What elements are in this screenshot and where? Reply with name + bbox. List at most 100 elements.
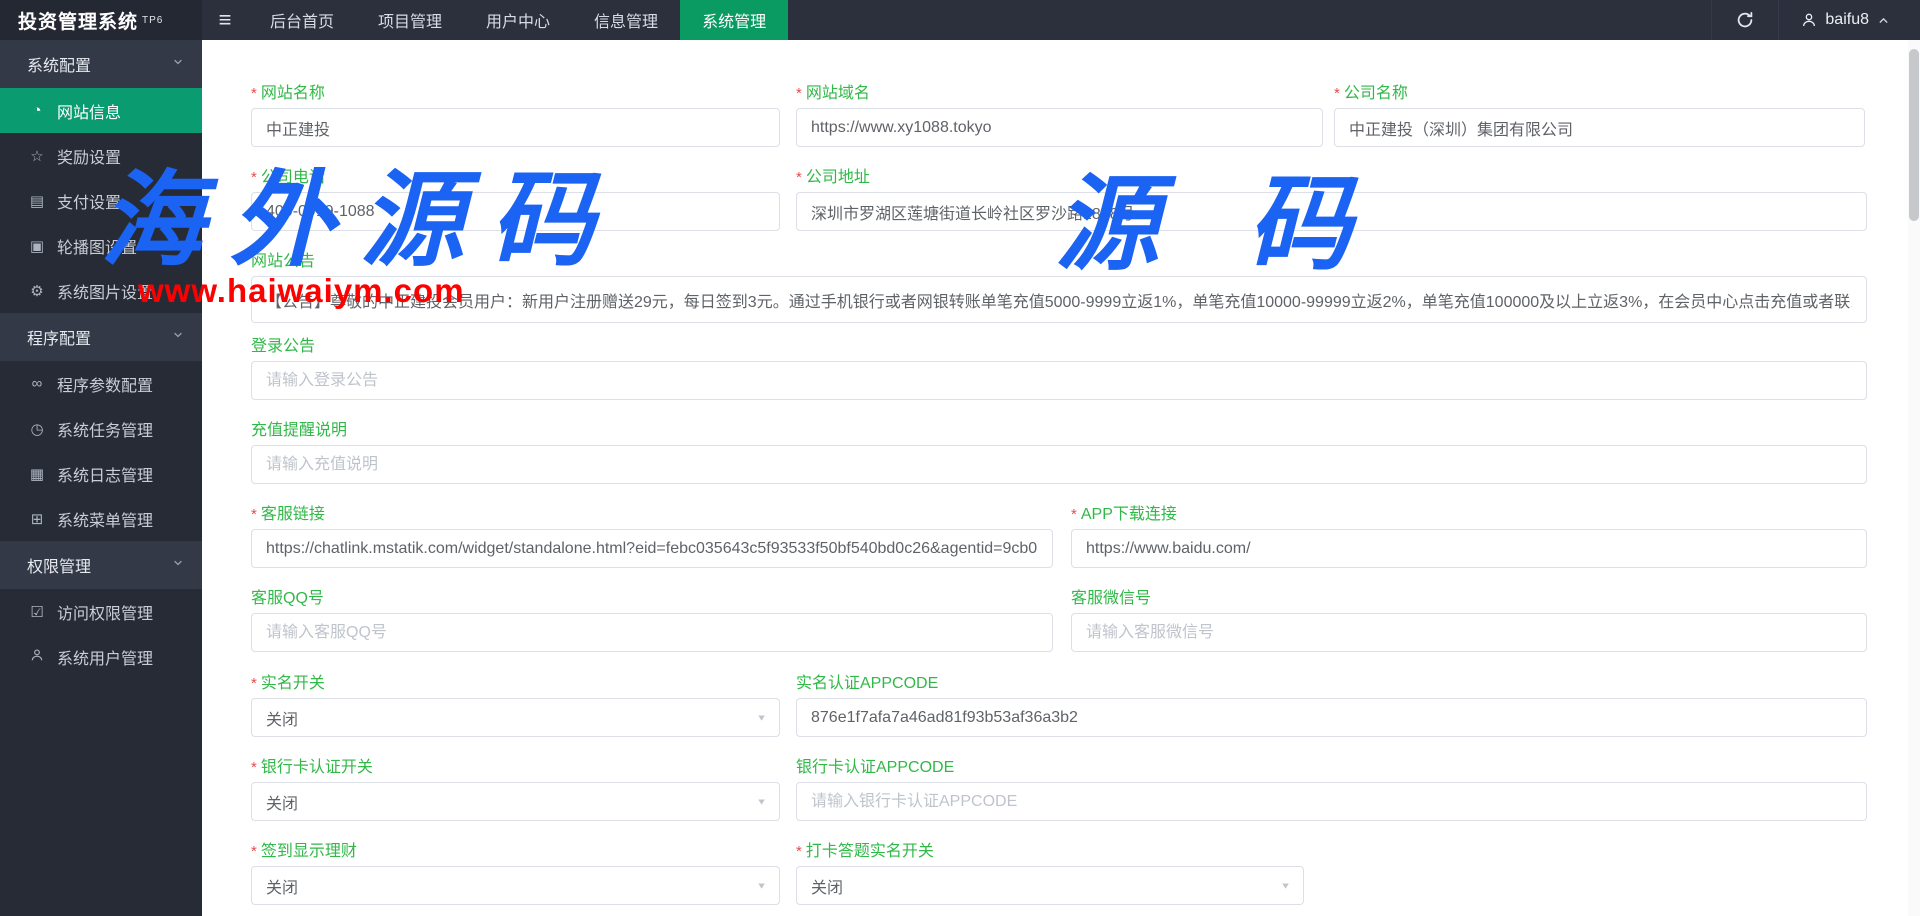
field-service-wechat: 客服微信号 xyxy=(1071,589,1867,652)
person-icon xyxy=(27,648,47,666)
field-login-notice: 登录公告 xyxy=(251,337,1867,400)
sidebar-item-label: 访问权限管理 xyxy=(57,605,154,623)
topbar: 投资管理系统 TP6 ≡ 后台首页 项目管理 用户中心 信息管理 系统管理 ba… xyxy=(0,0,1920,40)
field-realname-appcode: 实名认证APPCODE xyxy=(796,674,1867,737)
sidebar-item-reward-settings[interactable]: ☆ 奖励设置 xyxy=(0,133,202,178)
refresh-button[interactable] xyxy=(1711,0,1778,40)
service-qq-input[interactable] xyxy=(251,613,1053,652)
app-download-link-input[interactable] xyxy=(1071,529,1867,568)
field-label: 充值提醒说明 xyxy=(251,422,348,439)
caret-down-icon: ▼ xyxy=(756,796,767,807)
sidebar-item-label: 系统任务管理 xyxy=(57,422,154,440)
field-site-domain: * 网站域名 xyxy=(796,84,1323,147)
sidebar-item-system-tasks[interactable]: ◷ 系统任务管理 xyxy=(0,406,202,451)
field-label: * 签到显示理财 xyxy=(251,843,357,860)
sidebar-group-system-config[interactable]: 系统配置 xyxy=(0,40,202,88)
vertical-scrollbar[interactable] xyxy=(1908,40,1920,916)
menu-icon: ≡ xyxy=(218,7,232,32)
sidebar-toggle-button[interactable]: ≡ xyxy=(202,0,248,40)
required-star: * xyxy=(251,843,257,860)
field-label: * 实名开关 xyxy=(251,675,325,692)
sidebar-item-system-menus[interactable]: ⊞ 系统菜单管理 xyxy=(0,496,202,541)
sidebar-item-system-images[interactable]: ⚙ 系统图片设置 xyxy=(0,268,202,313)
field-label: 客服微信号 xyxy=(1071,590,1152,607)
field-label: * 公司电话 xyxy=(251,169,325,186)
sidebar-item-label: 系统日志管理 xyxy=(57,467,154,485)
field-bankcard-switch: * 银行卡认证开关 关闭 ▼ xyxy=(251,758,780,821)
sidebar-item-label: 网站信息 xyxy=(57,104,122,122)
field-label: * 打卡答题实名开关 xyxy=(796,843,934,860)
site-domain-input[interactable] xyxy=(796,108,1323,147)
sidebar-item-label: 轮播图设置 xyxy=(57,239,138,257)
field-label: * 网站域名 xyxy=(796,85,870,102)
app-version: TP6 xyxy=(142,14,164,26)
chevron-down-icon xyxy=(172,55,184,73)
sidebar-item-carousel-settings[interactable]: ▣ 轮播图设置 xyxy=(0,223,202,268)
field-label: * 银行卡认证开关 xyxy=(251,759,373,776)
scrollbar-thumb[interactable] xyxy=(1909,49,1919,221)
realname-switch-select[interactable]: 关闭 ▼ xyxy=(251,698,780,737)
tab-projects[interactable]: 项目管理 xyxy=(356,0,464,40)
required-star: * xyxy=(796,85,802,102)
sidebar-item-label: 系统菜单管理 xyxy=(57,512,154,530)
field-site-notice: 网站公告 xyxy=(251,252,1867,323)
field-company-phone: * 公司电话 xyxy=(251,168,780,231)
field-site-name: * 网站名称 xyxy=(251,84,780,147)
service-wechat-input[interactable] xyxy=(1071,613,1867,652)
link-icon: ∞ xyxy=(31,375,43,392)
banknote-icon: ▤ xyxy=(29,192,45,210)
select-value: 关闭 xyxy=(266,795,299,813)
sidebar-item-label: 系统用户管理 xyxy=(57,650,154,668)
login-notice-input[interactable] xyxy=(251,361,1867,400)
sidebar-item-payment-settings[interactable]: ▤ 支付设置 xyxy=(0,178,202,223)
sidebar-item-label: 支付设置 xyxy=(57,194,122,212)
shield-check-icon: ☑ xyxy=(30,603,44,621)
site-notice-input[interactable] xyxy=(251,276,1867,323)
sidebar-item-label: 系统图片设置 xyxy=(57,284,154,302)
field-label: * APP下载连接 xyxy=(1071,506,1177,523)
tab-user-center[interactable]: 用户中心 xyxy=(464,0,572,40)
sidebar-item-system-logs[interactable]: ▦ 系统日志管理 xyxy=(0,451,202,496)
clock-icon: ◷ xyxy=(30,420,44,438)
user-menu[interactable]: baifu8 xyxy=(1778,0,1920,40)
field-recharge-tip: 充值提醒说明 xyxy=(251,421,1867,484)
bankcard-switch-select[interactable]: 关闭 ▼ xyxy=(251,782,780,821)
image-icon: ▣ xyxy=(29,237,45,255)
sidebar-item-site-info[interactable]: ◔ 网站信息 xyxy=(0,88,202,133)
refresh-icon xyxy=(1738,11,1753,28)
chevron-down-icon xyxy=(172,328,184,346)
field-label: 登录公告 xyxy=(251,338,316,355)
field-service-qq: 客服QQ号 xyxy=(251,589,1053,652)
sidebar: 系统配置 ◔ 网站信息 ☆ 奖励设置 ▤ 支付设置 ▣ 轮播图设置 ⚙ 系统图片… xyxy=(0,40,202,916)
company-address-input[interactable] xyxy=(796,192,1867,231)
required-star: * xyxy=(251,506,257,523)
company-name-input[interactable] xyxy=(1334,108,1865,147)
signin-display-select[interactable]: 关闭 ▼ xyxy=(251,866,780,905)
realname-appcode-input[interactable] xyxy=(796,698,1867,737)
field-punch-realname-switch: * 打卡答题实名开关 关闭 ▼ xyxy=(796,842,1304,905)
field-label: 网站公告 xyxy=(251,253,316,270)
sidebar-item-access-permission[interactable]: ☑ 访问权限管理 xyxy=(0,589,202,634)
tab-system[interactable]: 系统管理 xyxy=(680,0,789,40)
caret-down-icon: ▼ xyxy=(756,880,767,891)
sidebar-group-permission[interactable]: 权限管理 xyxy=(0,541,202,589)
star-icon: ☆ xyxy=(30,147,44,165)
service-link-input[interactable] xyxy=(251,529,1053,568)
company-phone-input[interactable] xyxy=(251,192,780,231)
caret-down-icon: ▼ xyxy=(1280,880,1291,891)
sidebar-item-label: 奖励设置 xyxy=(57,149,122,167)
sidebar-group-program-config[interactable]: 程序配置 xyxy=(0,313,202,361)
tab-dashboard[interactable]: 后台首页 xyxy=(248,0,356,40)
recharge-tip-input[interactable] xyxy=(251,445,1867,484)
sidebar-item-program-params[interactable]: ∞ 程序参数配置 xyxy=(0,361,202,406)
field-company-name: * 公司名称 xyxy=(1334,84,1865,147)
site-name-input[interactable] xyxy=(251,108,780,147)
group-label: 系统配置 xyxy=(27,58,92,75)
sidebar-item-system-users[interactable]: 系统用户管理 xyxy=(0,634,202,679)
required-star: * xyxy=(251,169,257,186)
tab-information[interactable]: 信息管理 xyxy=(572,0,680,40)
chevron-down-icon xyxy=(172,556,184,574)
punch-realname-switch-select[interactable]: 关闭 ▼ xyxy=(796,866,1304,905)
field-label: * 客服链接 xyxy=(251,506,325,523)
bankcard-appcode-input[interactable] xyxy=(796,782,1867,821)
